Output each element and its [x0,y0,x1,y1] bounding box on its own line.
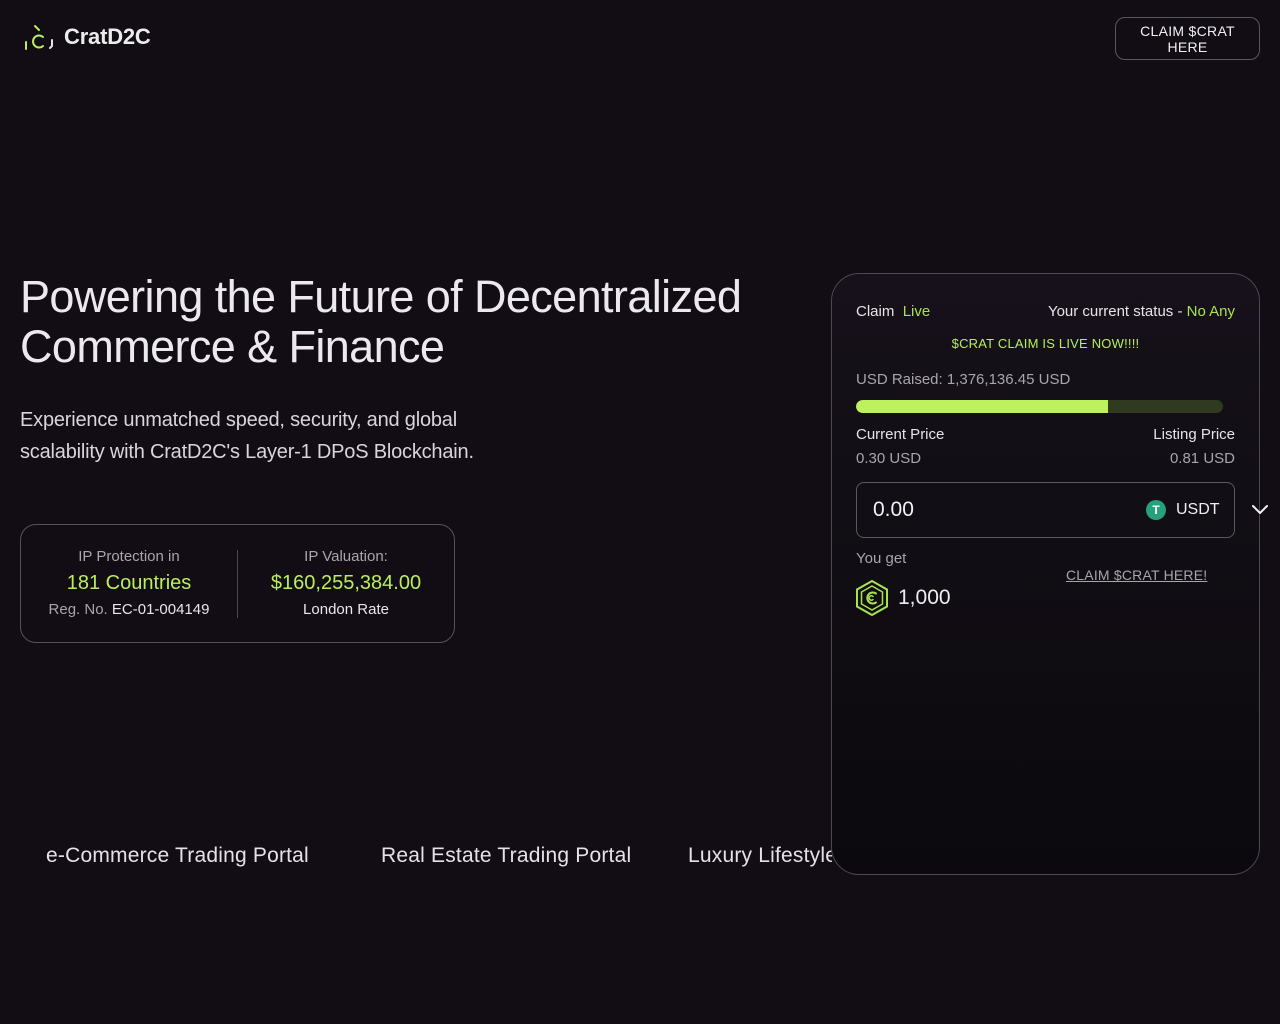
claim-live-badge: Live [902,303,931,320]
ip-protection-label: IP Protection in [78,547,180,565]
ip-protection-stat: IP Protection in 181 Countries Reg. No. … [21,546,237,622]
reg-number: EC-01-004149 [111,600,210,618]
portals-marquee: e-Commerce Trading Portal Real Estate Tr… [0,840,832,876]
brand-name: CratD2C [64,24,151,49]
current-price-label: Current Price [856,426,945,443]
amount-input[interactable] [857,497,1146,523]
ip-valuation-value: $160,255,384.00 [270,571,422,594]
usdt-icon: T [1146,500,1166,520]
claim-label: Claim [856,303,895,320]
valuation-rate-text: London Rate [303,600,389,618]
usd-raised: USD Raised: 1,376,136.45 USD [856,371,1071,388]
listing-price: Listing Price 0.81 USD [1153,425,1235,473]
claim-crat-link[interactable]: CLAIM $CRAT HERE! [1066,567,1207,583]
status-label: Your current status - [1047,303,1187,320]
claim-state: Claim Live [856,302,930,322]
claim-status-row: Claim Live Your current status - No Any [856,302,1235,322]
status-value: No Any [1186,303,1235,320]
price-row: Current Price 0.30 USD Listing Price 0.8… [856,425,1235,473]
cratd2c-logo-icon [25,25,53,50]
currency-select[interactable]: T USDT [1146,500,1280,520]
hero-title: Powering the Future of Decentralized Com… [20,271,742,372]
crat-token-icon [856,580,888,616]
valuation-rate: London Rate [303,598,389,622]
currency-name: USDT [1176,501,1220,518]
listing-price-label: Listing Price [1153,426,1235,443]
hero-subtitle: Experience unmatched speed, security, an… [20,409,474,463]
amount-box: T USDT [856,482,1268,538]
registration-number: Reg. No. EC-01-004149 [49,598,210,622]
token-amount: 1,000 [898,586,951,609]
current-status: Your current status - No Any [1048,302,1235,322]
claim-crat-header-button[interactable]: CLAIM $CRAT HERE [1115,17,1260,60]
portal-ecommerce[interactable]: e-Commerce Trading Portal [46,844,309,868]
raise-progress-bar [856,400,1223,413]
ip-valuation-label: IP Valuation: [304,547,388,565]
brand-logo[interactable]: CratD2C [22,20,151,54]
portal-luxury-lifestyle[interactable]: Luxury Lifestyle [688,844,832,868]
listing-price-value: 0.81 USD [1169,450,1235,467]
current-price-value: 0.30 USD [856,450,922,467]
ip-stats-box: IP Protection in 181 Countries Reg. No. … [20,524,455,643]
page: CratD2C CLAIM $CRAT HERE Powering the Fu… [0,0,1280,1024]
ip-valuation-stat: IP Valuation: $160,255,384.00 London Rat… [238,546,454,622]
token-output: 1,000 [856,580,951,616]
portal-real-estate[interactable]: Real Estate Trading Portal [381,844,631,868]
raise-progress-fill [856,400,1109,413]
chevron-down-icon [1251,505,1268,514]
claim-card: Claim Live Your current status - No Any … [831,273,1268,875]
ip-protection-value: 181 Countries [66,571,192,594]
reg-prefix: Reg. No. [48,600,108,618]
current-price: Current Price 0.30 USD [856,425,944,473]
claim-live-banner: $CRAT CLAIM IS LIVE NOW!!!! [951,336,1140,351]
you-get-label: You get [856,550,907,567]
